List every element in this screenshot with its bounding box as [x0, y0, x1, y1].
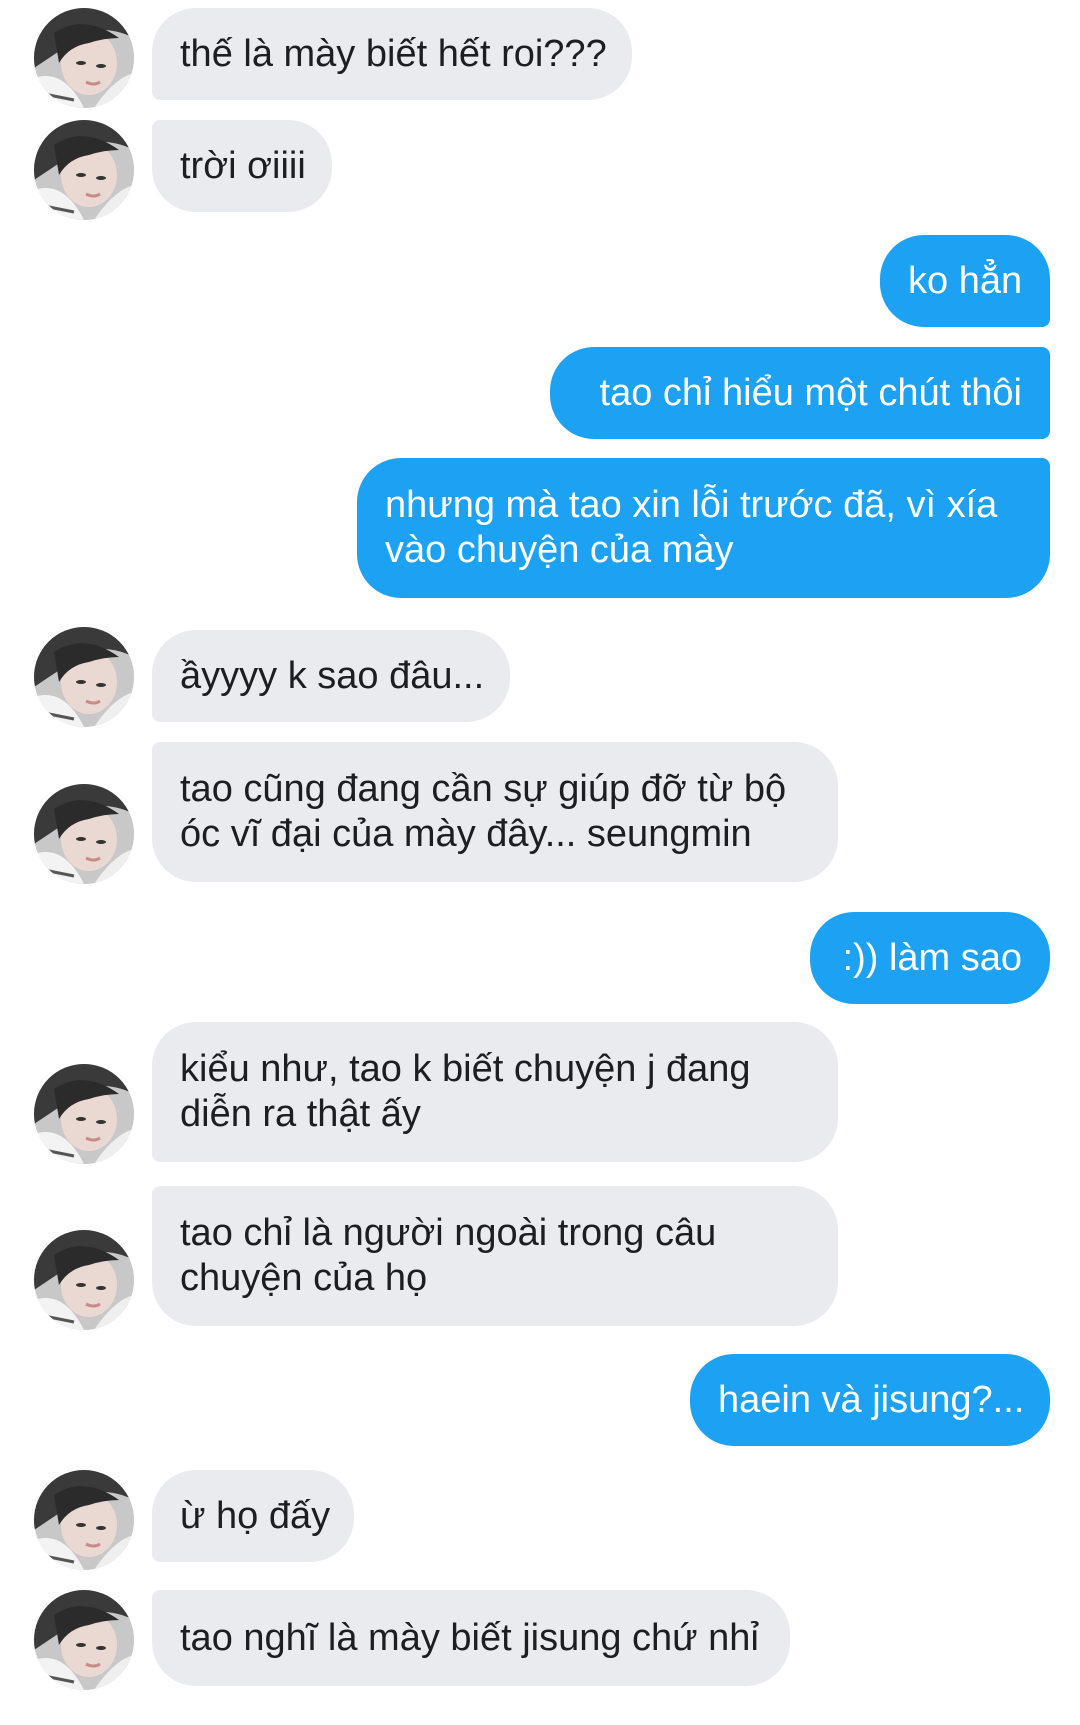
message-row-outgoing: :)) làm sao [0, 912, 1080, 1004]
message-text-line: nhưng mà tao xin lỗi trước đã, vì xía [385, 484, 998, 526]
message-text: :)) làm sao [842, 936, 1022, 979]
message-bubble-outgoing[interactable]: :)) làm sao [810, 912, 1050, 1004]
message-bubble-outgoing[interactable]: ko hẳn [880, 235, 1050, 327]
message-text-line: chuyện của họ [180, 1257, 428, 1299]
message-row-incoming: thế là mày biết hết roi??? [0, 8, 1080, 108]
message-bubble-outgoing[interactable]: tao chỉ hiểu một chút thôi [550, 347, 1050, 439]
message-row-outgoing: haein và jisung?... [0, 1354, 1080, 1446]
message-text: ừ họ đấy [180, 1494, 331, 1537]
message-text: tao nghĩ là mày biết jisung chứ nhỉ [180, 1616, 759, 1659]
message-row-incoming: ầyyyy k sao đâu... [0, 627, 1080, 727]
message-text-line: vào chuyện của mày [385, 529, 734, 571]
avatar[interactable] [34, 1590, 134, 1690]
avatar[interactable] [34, 120, 134, 220]
message-text-line: óc vĩ đại của mày đây... seungmin [180, 813, 752, 855]
message-text: ko hẳn [908, 259, 1023, 302]
message-text-line: tao cũng đang cần sự giúp đỡ từ bộ [180, 768, 787, 810]
message-text: thế là mày biết hết roi??? [180, 32, 607, 75]
message-bubble-incoming[interactable]: thế là mày biết hết roi??? [152, 8, 632, 100]
message-row-outgoing: ko hẳn [0, 235, 1080, 327]
message-bubble-outgoing[interactable]: haein và jisung?... [690, 1354, 1050, 1446]
message-bubble-incoming[interactable]: ầyyyy k sao đâu... [152, 630, 510, 722]
message-row-incoming: tao chỉ là người ngoài trong câu chuyện … [0, 1186, 1080, 1330]
message-bubble-incoming[interactable]: ừ họ đấy [152, 1470, 354, 1562]
message-bubble-incoming[interactable]: kiểu như, tao k biết chuyện j đang diễn … [152, 1022, 838, 1162]
avatar[interactable] [34, 8, 134, 108]
message-text-line: tao chỉ là người ngoài trong câu [180, 1212, 717, 1254]
message-text: trời ơiiii [180, 144, 306, 187]
avatar[interactable] [34, 1064, 134, 1164]
message-row-incoming: ừ họ đấy [0, 1470, 1080, 1570]
message-text: tao chỉ hiểu một chút thôi [599, 371, 1022, 414]
message-text: haein và jisung?... [718, 1378, 1025, 1421]
avatar[interactable] [34, 627, 134, 727]
message-row-incoming: trời ơiiii [0, 120, 1080, 220]
message-text-line: diễn ra thật ấy [180, 1093, 421, 1135]
message-bubble-incoming[interactable]: tao cũng đang cần sự giúp đỡ từ bộ óc vĩ… [152, 742, 838, 882]
message-text: ầyyyy k sao đâu... [180, 654, 485, 697]
message-row-incoming: tao cũng đang cần sự giúp đỡ từ bộ óc vĩ… [0, 742, 1080, 884]
message-row-incoming: kiểu như, tao k biết chuyện j đang diễn … [0, 1022, 1080, 1164]
avatar[interactable] [34, 1470, 134, 1570]
message-bubble-incoming[interactable]: trời ơiiii [152, 120, 332, 212]
message-bubble-outgoing[interactable]: nhưng mà tao xin lỗi trước đã, vì xía và… [357, 458, 1050, 598]
message-row-outgoing: nhưng mà tao xin lỗi trước đã, vì xía và… [0, 458, 1080, 598]
avatar[interactable] [34, 784, 134, 884]
message-row-outgoing: tao chỉ hiểu một chút thôi [0, 347, 1080, 439]
message-bubble-incoming[interactable]: tao nghĩ là mày biết jisung chứ nhỉ [152, 1590, 790, 1686]
avatar[interactable] [34, 1230, 134, 1330]
message-text-line: kiểu như, tao k biết chuyện j đang [180, 1048, 751, 1090]
message-bubble-incoming[interactable]: tao chỉ là người ngoài trong câu chuyện … [152, 1186, 838, 1326]
chat-thread: thế là mày biết hết roi??? trời ơiiii ko… [0, 0, 1080, 1725]
message-row-incoming: tao nghĩ là mày biết jisung chứ nhỉ [0, 1590, 1080, 1690]
